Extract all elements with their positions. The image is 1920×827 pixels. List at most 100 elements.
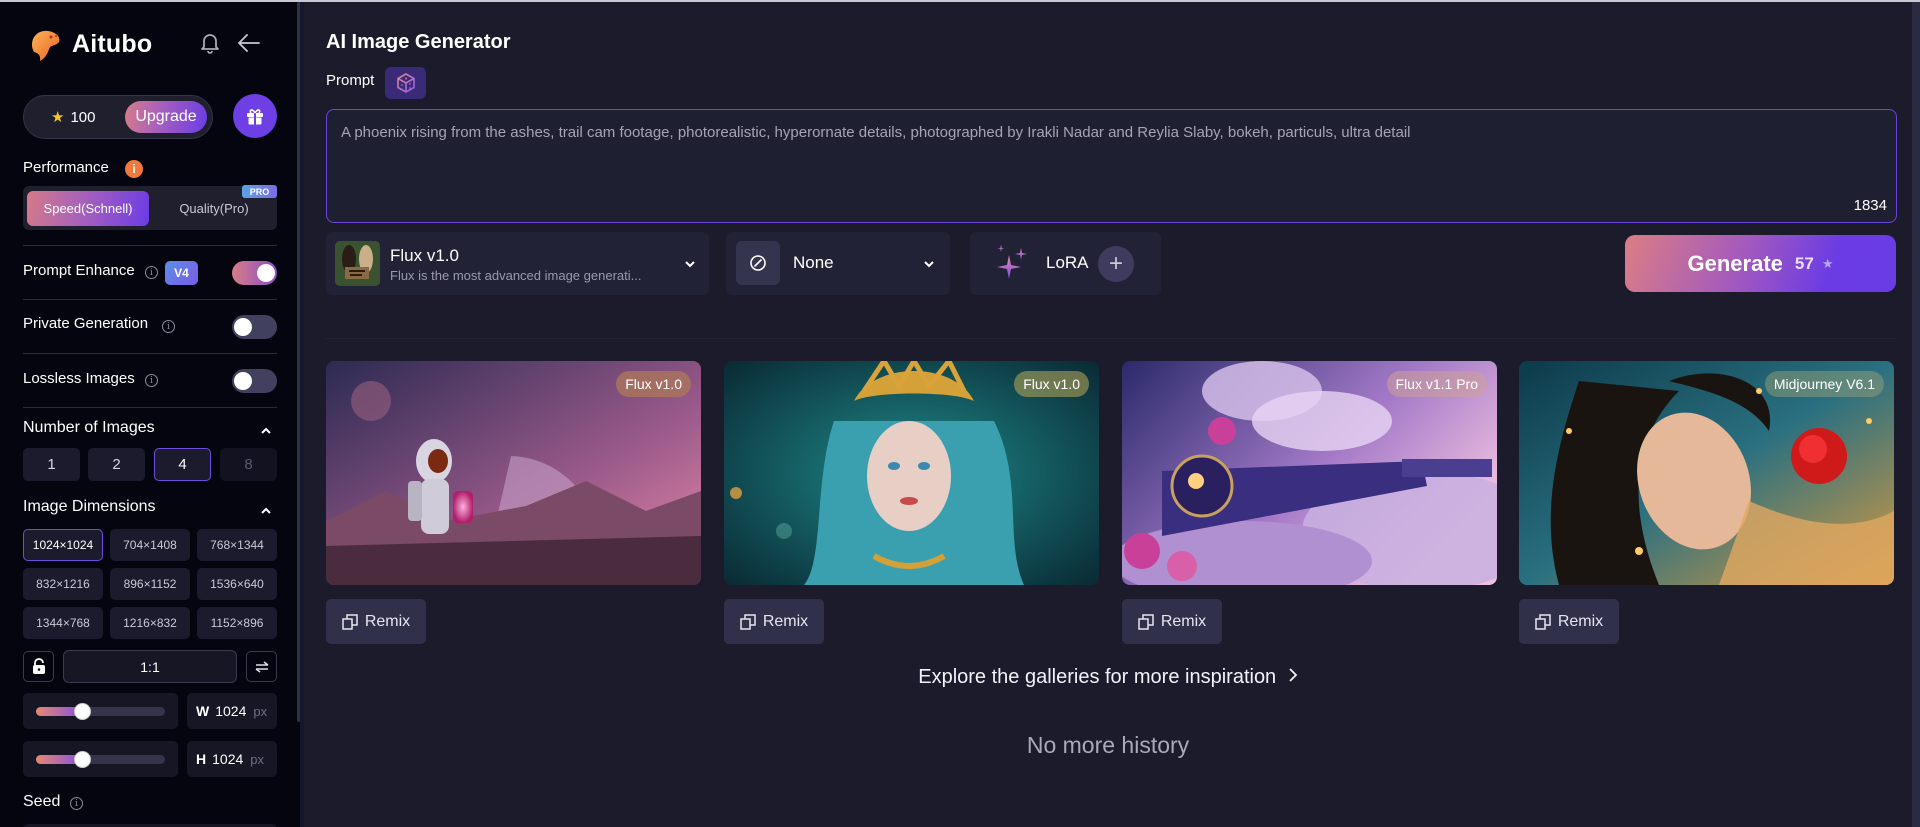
remix-button[interactable]: Remix bbox=[1519, 599, 1619, 644]
prompt-enhance-info-icon[interactable]: i bbox=[145, 266, 158, 279]
private-generation-toggle[interactable] bbox=[232, 315, 277, 339]
remix-button[interactable]: Remix bbox=[326, 599, 426, 644]
generated-image-water[interactable]: Midjourney V6.1 bbox=[1519, 361, 1894, 585]
generated-image-goddess[interactable]: Flux v1.0 bbox=[724, 361, 1099, 585]
page-title: AI Image Generator bbox=[326, 31, 511, 53]
generate-button[interactable]: Generate 57 ★ bbox=[1625, 235, 1896, 292]
collapse-number-of-images-chevron-icon[interactable] bbox=[260, 424, 272, 436]
height-slider-handle[interactable] bbox=[74, 751, 92, 768]
divider bbox=[23, 299, 277, 300]
width-value: 1024 bbox=[215, 703, 247, 719]
notification-bell-icon[interactable] bbox=[200, 32, 222, 54]
dimension-option[interactable]: 704×1408 bbox=[110, 529, 190, 561]
prompt-enhance-label: Prompt Enhance bbox=[23, 262, 135, 279]
private-generation-label: Private Generation bbox=[23, 315, 149, 332]
lossless-images-info-icon[interactable]: i bbox=[145, 374, 158, 387]
dimension-option[interactable]: 768×1344 bbox=[197, 529, 277, 561]
model-selector[interactable]: Flux v1.0 Flux is the most advanced imag… bbox=[326, 232, 709, 295]
image-count-option-2[interactable]: 2 bbox=[88, 448, 145, 481]
no-more-history-message: No more history bbox=[1026, 732, 1190, 758]
explore-galleries-text: Explore the galleries for more inspirati… bbox=[918, 666, 1277, 688]
dimension-option[interactable]: 832×1216 bbox=[23, 568, 103, 600]
collapse-image-dimensions-chevron-icon[interactable] bbox=[260, 504, 272, 516]
gift-button[interactable] bbox=[233, 94, 277, 138]
generated-image-astronaut[interactable]: Flux v1.0 bbox=[326, 361, 701, 585]
dimension-option[interactable]: 1216×832 bbox=[110, 607, 190, 639]
prompt-textarea[interactable]: A phoenix rising from the ashes, trail c… bbox=[326, 109, 1897, 223]
height-input[interactable]: H 1024 px bbox=[187, 741, 277, 777]
dice-icon bbox=[396, 73, 415, 93]
image-count-option-8[interactable]: 8 bbox=[220, 448, 277, 481]
dimension-option[interactable]: 896×1152 bbox=[110, 568, 190, 600]
sparkles-icon bbox=[995, 245, 1031, 286]
model-description: Flux is the most advanced image generati… bbox=[390, 268, 642, 283]
prompt-enhance-version-badge: V4 bbox=[165, 261, 198, 285]
height-axis-label: H bbox=[196, 751, 207, 767]
remix-button[interactable]: Remix bbox=[1122, 599, 1222, 644]
dimension-option[interactable]: 1536×640 bbox=[197, 568, 277, 600]
generate-cost: 57 bbox=[1794, 253, 1814, 273]
swap-arrows-icon bbox=[255, 660, 268, 673]
seed-info-icon[interactable]: i bbox=[70, 797, 83, 810]
model-badge: Midjourney V6.1 bbox=[1764, 371, 1884, 397]
swap-dimensions-button[interactable] bbox=[246, 651, 277, 682]
performance-segmented-control: Speed(Schnell) Quality(Pro) PRO bbox=[23, 185, 277, 230]
divider bbox=[23, 353, 277, 354]
add-lora-plus-icon[interactable]: + bbox=[1098, 246, 1134, 282]
prompt-enhance-toggle[interactable] bbox=[232, 261, 277, 285]
width-unit: px bbox=[253, 703, 268, 719]
aspect-ratio-field[interactable]: 1:1 bbox=[63, 650, 237, 683]
model-dropdown-chevron-icon bbox=[683, 257, 697, 271]
image-count-option-4[interactable]: 4 bbox=[154, 448, 211, 481]
width-input[interactable]: W 1024 px bbox=[187, 693, 277, 729]
width-slider[interactable] bbox=[36, 703, 165, 720]
prompt-char-count: 1834 bbox=[1853, 197, 1887, 214]
performance-option-speed[interactable]: Speed(Schnell) bbox=[27, 191, 149, 226]
none-prohibited-icon bbox=[750, 255, 766, 271]
lora-label: LoRA bbox=[1046, 253, 1089, 272]
dimension-option[interactable]: 1152×896 bbox=[197, 607, 277, 639]
divider bbox=[23, 407, 277, 408]
remix-label: Remix bbox=[1160, 612, 1207, 630]
gift-icon bbox=[247, 109, 263, 125]
model-badge: Flux v1.0 bbox=[616, 371, 691, 397]
main-scrollbar[interactable] bbox=[1912, 2, 1920, 827]
credit-star-icon: ★ bbox=[51, 109, 65, 126]
generated-image-train[interactable]: Flux v1.1 Pro bbox=[1122, 361, 1497, 585]
width-axis-label: W bbox=[196, 703, 210, 719]
height-slider[interactable] bbox=[36, 751, 165, 768]
performance-info-icon[interactable]: i bbox=[125, 160, 143, 178]
private-generation-info-icon[interactable]: i bbox=[162, 320, 175, 333]
toggle-knob bbox=[234, 372, 252, 390]
divider bbox=[326, 338, 1897, 339]
explore-galleries-link[interactable]: Explore the galleries for more inspirati… bbox=[304, 666, 1912, 689]
image-count-option-1[interactable]: 1 bbox=[23, 448, 80, 481]
gallery-card: Midjourney V6.1 Remix bbox=[1519, 361, 1894, 644]
lora-selector[interactable]: LoRA + bbox=[970, 232, 1161, 295]
prompt-text: A phoenix rising from the ashes, trail c… bbox=[341, 124, 1411, 141]
style-dropdown-chevron-icon bbox=[922, 257, 936, 271]
number-of-images-label: Number of Images bbox=[23, 419, 155, 436]
style-selector[interactable]: None bbox=[726, 232, 950, 295]
lossless-images-toggle[interactable] bbox=[232, 369, 277, 393]
random-prompt-button[interactable] bbox=[385, 67, 426, 99]
seed-label: Seed bbox=[23, 793, 61, 810]
model-thumbnail bbox=[335, 241, 380, 286]
performance-label: Performance bbox=[23, 159, 109, 176]
main-panel: AI Image Generator Prompt A phoenix risi… bbox=[304, 2, 1912, 827]
remix-label: Remix bbox=[762, 612, 809, 630]
otter-logo-icon[interactable] bbox=[26, 25, 64, 63]
width-slider-container bbox=[23, 693, 178, 729]
dimension-option[interactable]: 1024×1024 bbox=[23, 529, 103, 561]
chevron-right-icon bbox=[1288, 666, 1298, 689]
brand-name: Aitubo bbox=[72, 29, 153, 58]
collapse-sidebar-arrow-icon[interactable] bbox=[236, 32, 262, 54]
style-name: None bbox=[793, 253, 834, 272]
width-slider-handle[interactable] bbox=[74, 703, 92, 720]
upgrade-button[interactable]: Upgrade bbox=[125, 101, 207, 133]
copy-icon bbox=[1535, 613, 1551, 630]
remix-button[interactable]: Remix bbox=[724, 599, 824, 644]
dimension-option[interactable]: 1344×768 bbox=[23, 607, 103, 639]
aspect-lock-button[interactable] bbox=[23, 651, 54, 682]
pro-badge: PRO bbox=[242, 185, 277, 198]
